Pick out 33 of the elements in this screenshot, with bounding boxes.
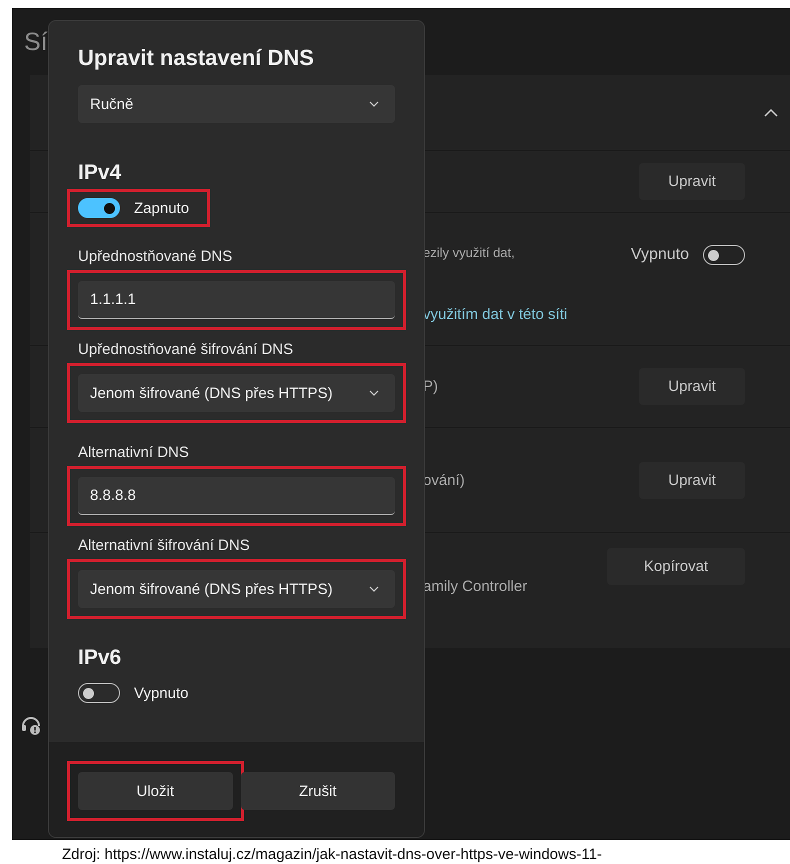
chevron-down-icon <box>369 390 379 396</box>
cancel-button[interactable]: Zrušit <box>240 772 395 810</box>
section-heading: IPv6 <box>78 646 122 670</box>
mode-dropdown[interactable]: Ručně <box>78 85 395 123</box>
toggle-label: Vypnuto <box>134 684 188 702</box>
toggle-switch[interactable] <box>78 198 120 218</box>
section-heading: IPv4 <box>78 161 122 185</box>
chevron-down-icon <box>369 586 379 592</box>
field-label: Upřednostňované DNS <box>78 248 234 265</box>
help-icon[interactable] <box>20 714 42 736</box>
toggle-label: Zapnuto <box>134 200 190 216</box>
toggle-switch[interactable] <box>78 683 120 703</box>
dialog-title: Upravit nastavení DNS <box>78 45 315 71</box>
edit-button[interactable]: Upravit <box>639 368 745 405</box>
edit-button[interactable]: Upravit <box>639 462 745 498</box>
setting-text: amily Controller <box>423 578 528 595</box>
source-caption: Zdroj: https://www.instaluj.cz/magazin/jak-nastavit-dns-over-https-ve-windows-11- <box>62 846 603 863</box>
encryption-dropdown[interactable]: Jenom šifrované (DNS přes HTTPS) <box>78 570 395 608</box>
dns-input-field[interactable]: 1.1.1.1 <box>78 281 395 319</box>
encryption-dropdown[interactable]: Jenom šifrované (DNS přes HTTPS) <box>78 374 395 412</box>
field-label: Alternativní šifrování DNS <box>78 537 251 554</box>
toggle-label: Vypnuto <box>630 246 689 264</box>
copy-button[interactable]: Kopírovat <box>607 548 745 585</box>
field-label: Upřednostňované šifrování DNS <box>78 341 294 358</box>
data-usage-link[interactable]: využitím dat v této síti <box>423 306 631 323</box>
toggle-switch[interactable] <box>703 245 745 265</box>
edit-button[interactable]: Upravit <box>639 163 745 200</box>
chevron-icon[interactable] <box>764 108 778 118</box>
page-title: Sí <box>24 28 48 57</box>
save-button[interactable]: Uložit <box>78 772 232 810</box>
chevron-down-icon <box>369 101 379 107</box>
dns-input-field[interactable]: 8.8.8.8 <box>78 477 395 515</box>
field-label: Alternativní DNS <box>78 444 190 461</box>
